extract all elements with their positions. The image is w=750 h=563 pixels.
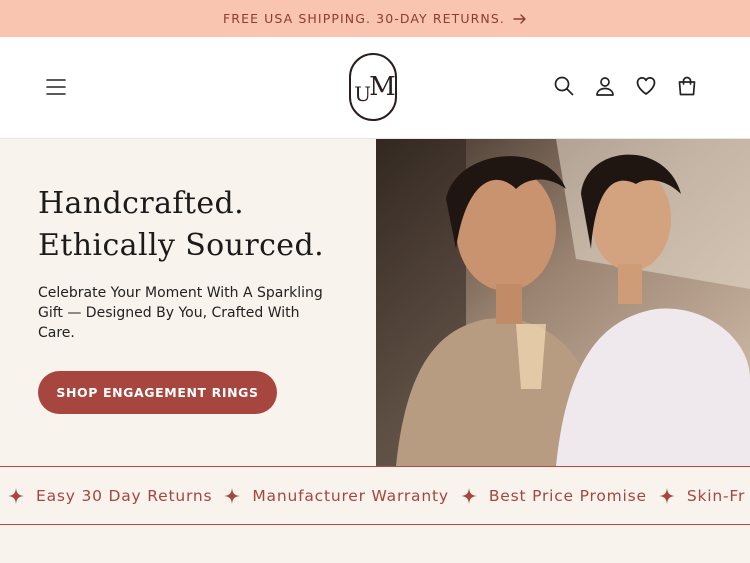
sparkle-icon	[658, 487, 675, 504]
hero-subtitle: Celebrate Your Moment With A Sparkling G…	[38, 285, 323, 341]
menu-icon[interactable]	[44, 75, 68, 99]
wishlist-heart-icon[interactable]	[635, 75, 657, 97]
benefits-ticker: Easy 30 Day Returns Manufacturer Warrant…	[0, 466, 750, 525]
ticker-item: Easy 30 Day Returns	[8, 487, 224, 505]
ticker-item: Skin-Fr	[658, 487, 750, 505]
next-section	[0, 525, 750, 563]
site-header: UM	[0, 37, 750, 139]
logo[interactable]: UM	[349, 53, 397, 121]
announcement-text[interactable]: FREE USA SHIPPING. 30-DAY RETURNS.	[223, 11, 505, 26]
shop-engagement-rings-button[interactable]: SHOP ENGAGEMENT RINGS	[38, 371, 277, 414]
hero-title-line-2: Ethically Sourced.	[38, 228, 325, 263]
ticker-item: Manufacturer Warranty	[224, 487, 460, 505]
ticker-item: Best Price Promise	[460, 487, 659, 505]
sparkle-icon	[460, 487, 477, 504]
search-icon[interactable]	[553, 75, 575, 97]
hero-title: Handcrafted. Ethically Sourced.	[38, 183, 368, 267]
hero-image	[376, 139, 750, 466]
header-icons	[553, 75, 698, 97]
sparkle-icon	[8, 487, 24, 504]
hero-title-line-1: Handcrafted.	[38, 186, 245, 221]
hero-section: Handcrafted. Ethically Sourced. Celebrat…	[0, 139, 750, 466]
logo-monogram: UM	[354, 72, 395, 106]
sparkle-icon	[224, 487, 241, 504]
announcement-bar[interactable]: FREE USA SHIPPING. 30-DAY RETURNS.	[0, 0, 750, 37]
cart-icon[interactable]	[676, 75, 698, 97]
account-icon[interactable]	[594, 75, 616, 97]
arrow-right-icon[interactable]	[513, 13, 527, 25]
